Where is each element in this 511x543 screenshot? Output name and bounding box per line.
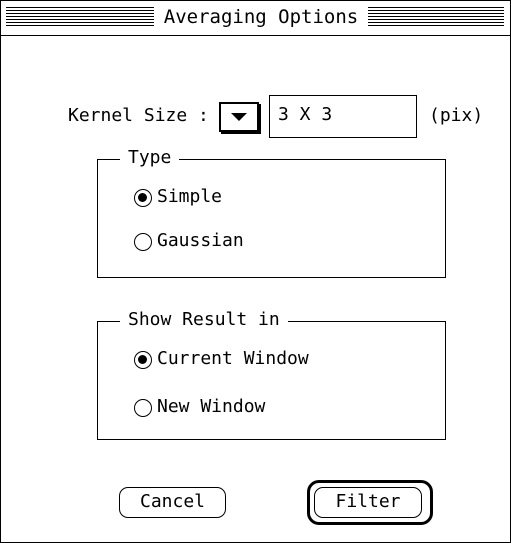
triangle-down-icon — [231, 113, 247, 121]
radio-unselected-icon[interactable] — [134, 399, 152, 417]
radio-selected-icon[interactable] — [134, 189, 152, 207]
cancel-button[interactable]: Cancel — [119, 487, 226, 518]
title-bar-stripes-right — [368, 7, 504, 26]
kernel-size-label: Kernel Size : — [68, 105, 209, 126]
show-result-group-legend: Show Result in — [120, 309, 288, 331]
title-bar-stripes-left — [6, 7, 154, 26]
filter-button[interactable]: Filter — [314, 487, 422, 518]
show-result-group: Show Result in Current Window New Window — [97, 309, 446, 440]
radio-selected-icon[interactable] — [134, 351, 152, 369]
type-group-legend: Type — [120, 147, 180, 169]
kernel-size-unit: (pix) — [429, 105, 484, 126]
radio-unselected-icon[interactable] — [134, 233, 152, 251]
radio-label: Gaussian — [157, 230, 244, 251]
type-group: Type Simple Gaussian — [97, 147, 446, 278]
kernel-size-popup[interactable] — [219, 102, 259, 132]
radio-label: Simple — [157, 186, 223, 207]
window-title: Averaging Options — [159, 6, 363, 28]
kernel-size-input[interactable] — [278, 104, 408, 126]
averaging-options-dialog: Averaging Options Kernel Size : (pix) Ty… — [0, 0, 511, 543]
radio-label: New Window — [157, 396, 266, 417]
title-bar[interactable]: Averaging Options — [1, 1, 510, 36]
kernel-size-field[interactable] — [269, 95, 417, 138]
radio-label: Current Window — [157, 348, 309, 369]
